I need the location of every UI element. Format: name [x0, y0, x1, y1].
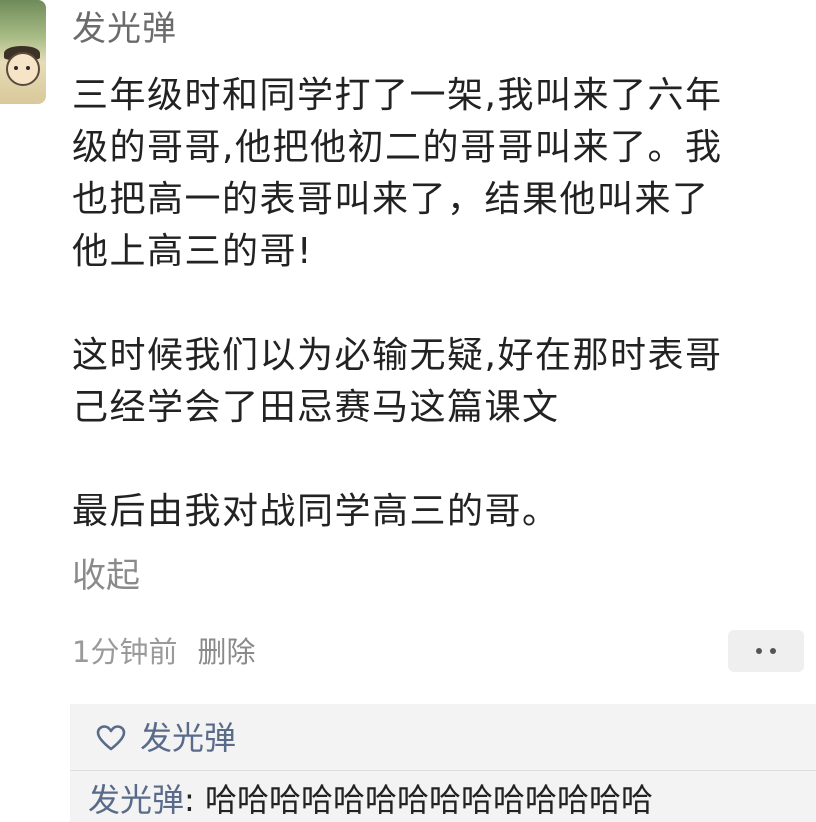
post-paragraph: 最后由我对战同学高三的哥。 [72, 491, 560, 532]
divider [70, 770, 816, 771]
avatar-eye [14, 66, 18, 70]
post-meta: 1分钟前 删除 [72, 632, 255, 672]
reply-author[interactable]: 发光弹 [88, 781, 184, 819]
avatar[interactable] [0, 0, 46, 104]
collapse-link[interactable]: 收起 [72, 552, 140, 600]
post-timestamp: 1分钟前 [72, 635, 178, 669]
avatar-eye [26, 66, 30, 70]
dot-icon [756, 648, 762, 654]
interaction-panel: 发光弹 发光弹: 哈哈哈哈哈哈哈哈哈哈哈哈哈哈 [70, 704, 816, 822]
reply-text: 哈哈哈哈哈哈哈哈哈哈哈哈哈哈 [204, 781, 653, 819]
post-author[interactable]: 发光弹 [72, 6, 177, 52]
delete-link[interactable]: 删除 [197, 632, 255, 672]
comment-reply[interactable]: 发光弹: 哈哈哈哈哈哈哈哈哈哈哈哈哈哈 [88, 778, 808, 822]
reply-separator: : [184, 781, 205, 819]
likes-row: 发光弹 [96, 716, 236, 760]
dot-icon [770, 648, 776, 654]
avatar-face [6, 52, 40, 86]
post-paragraph: 三年级时和同学打了一架,我叫来了六年 级的哥哥,他把他初二的哥哥叫来了。我 也把… [72, 75, 723, 272]
post-content: 三年级时和同学打了一架,我叫来了六年 级的哥哥,他把他初二的哥哥叫来了。我 也把… [72, 70, 808, 538]
heart-icon [96, 724, 126, 752]
post-paragraph: 这时候我们以为必输无疑,好在那时表哥 己经学会了田忌赛马这篇课文 [72, 335, 723, 428]
like-user[interactable]: 发光弹 [140, 716, 236, 760]
more-options-button[interactable] [728, 630, 804, 672]
